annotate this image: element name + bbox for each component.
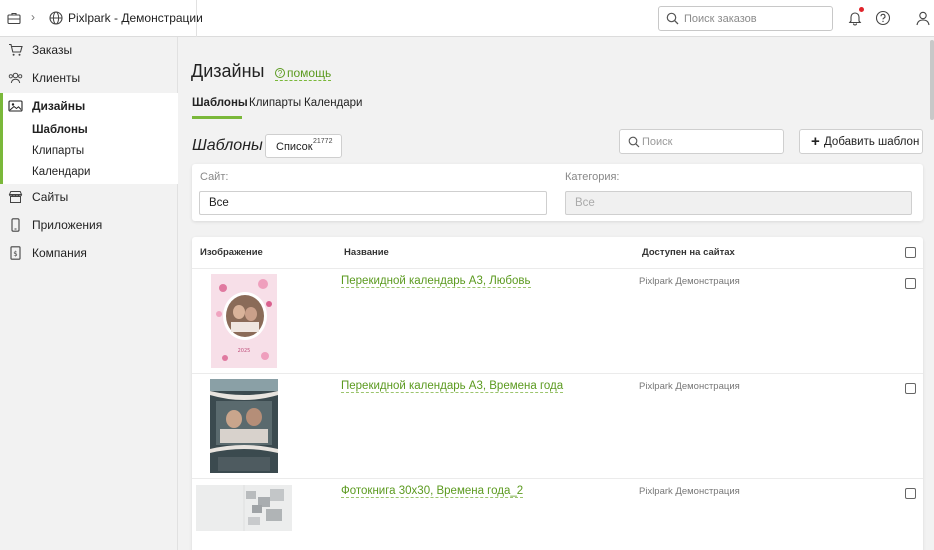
template-name-link[interactable]: Перекидной календарь А3, Любовь [341, 275, 531, 288]
company-name[interactable]: Pixlpark - Демонстрации [68, 11, 203, 25]
table-row[interactable]: Перекидной календарь А3, Времена года Pi… [192, 373, 923, 477]
order-search-box[interactable] [658, 6, 833, 31]
briefcase-icon[interactable] [7, 11, 21, 25]
row-checkbox[interactable] [905, 488, 916, 499]
sidebar-item-label: Клиенты [32, 71, 81, 85]
template-search-box[interactable] [619, 129, 784, 154]
template-site: Pixlpark Демонстрация [639, 276, 740, 287]
bell-icon[interactable] [847, 10, 863, 26]
sidebar: Заказы Клиенты Дизайны Шаблоны Клипарты … [0, 37, 178, 550]
phone-icon [11, 218, 20, 232]
category-filter-label: Категория: [565, 171, 620, 183]
sidebar-submenu: Шаблоны Клипарты Календари [0, 119, 178, 184]
seasons-calendar-preview-image [210, 379, 278, 473]
select-all-checkbox[interactable] [905, 247, 916, 258]
help-circle-icon: ? [275, 68, 285, 78]
store-icon [8, 191, 23, 203]
svg-text:$: $ [13, 250, 17, 258]
users-icon [8, 72, 23, 84]
tab-calendars[interactable]: Календари [304, 97, 362, 109]
add-template-button[interactable]: + Добавить шаблон [799, 129, 923, 154]
sidebar-subitem-templates[interactable]: Шаблоны [32, 124, 88, 136]
sidebar-item-designs[interactable]: Дизайны [0, 93, 178, 119]
photobook-preview-image [196, 485, 292, 531]
filters-panel: Сайт: Категория: [192, 164, 923, 221]
help-link-label: помощь [287, 66, 332, 80]
template-site: Pixlpark Демонстрация [639, 381, 740, 392]
help-icon[interactable] [875, 10, 891, 26]
sidebar-subitem-cliparts[interactable]: Клипарты [32, 145, 84, 157]
help-link[interactable]: ? помощь [275, 66, 332, 81]
list-view-button[interactable]: Список 21772 [265, 134, 342, 158]
sidebar-item-label: Заказы [32, 43, 73, 57]
table-row[interactable]: 2025 Перекидной календарь А3, Любовь Pix… [192, 268, 923, 372]
sidebar-item-orders[interactable]: Заказы [0, 37, 178, 63]
sidebar-item-clients[interactable]: Клиенты [0, 65, 178, 91]
search-icon [666, 12, 679, 25]
sidebar-item-label: Сайты [32, 190, 69, 204]
table-row[interactable]: Фотокнига 30х30, Времена года_2 Pixlpark… [192, 478, 923, 550]
tab-templates[interactable]: Шаблоны [192, 97, 248, 109]
add-template-label: Добавить шаблон [824, 136, 920, 148]
template-search-input[interactable] [642, 134, 777, 149]
globe-icon [49, 11, 63, 25]
sidebar-item-label: Компания [32, 246, 87, 260]
sidebar-item-label: Приложения [32, 218, 103, 232]
divider [196, 0, 197, 37]
document-icon: $ [10, 246, 21, 260]
top-bar: › Pixlpark - Демонстрации [0, 0, 934, 37]
list-button-label: Список [276, 141, 313, 153]
column-header-image: Изображение [200, 247, 263, 258]
page-scrollbar[interactable] [930, 40, 934, 120]
sidebar-item-label: Дизайны [32, 99, 86, 113]
template-name-link[interactable]: Фотокнига 30х30, Времена года_2 [341, 485, 524, 498]
plus-icon: + [811, 133, 820, 150]
page-title: Дизайны [191, 61, 265, 81]
sidebar-item-apps[interactable]: Приложения [0, 212, 178, 238]
site-filter-label: Сайт: [200, 171, 229, 183]
template-thumbnail[interactable]: 2025 [211, 274, 277, 368]
sidebar-item-company[interactable]: $ Компания [0, 240, 178, 266]
cart-icon [9, 43, 23, 56]
active-tab-indicator [192, 116, 242, 119]
template-thumbnail[interactable] [210, 379, 278, 473]
main-content: Дизайны ? помощь Шаблоны Клипарты Календа… [178, 37, 934, 550]
search-icon [628, 136, 640, 148]
template-count: 21772 [313, 138, 333, 145]
column-header-name: Название [344, 247, 389, 258]
row-checkbox[interactable] [905, 383, 916, 394]
image-icon [8, 100, 23, 112]
templates-table: Изображение Название Доступен на сайтах … [192, 237, 923, 550]
row-checkbox[interactable] [905, 278, 916, 289]
sidebar-item-sites[interactable]: Сайты [0, 184, 178, 210]
notification-dot [859, 7, 864, 12]
love-calendar-preview-image: 2025 [211, 274, 277, 368]
chevron-right-icon: › [31, 10, 35, 24]
sidebar-subitem-calendars[interactable]: Календари [32, 166, 90, 178]
site-filter-input[interactable] [199, 191, 547, 215]
tab-cliparts[interactable]: Клипарты [249, 97, 301, 109]
category-filter-input [565, 191, 912, 215]
section-title: Шаблоны [192, 137, 263, 154]
column-header-sites: Доступен на сайтах [642, 247, 735, 258]
svg-text:2025: 2025 [238, 348, 251, 354]
template-name-link[interactable]: Перекидной календарь А3, Времена года [341, 380, 564, 393]
template-thumbnail[interactable] [196, 485, 292, 531]
user-icon[interactable] [915, 10, 931, 26]
template-site: Pixlpark Демонстрация [639, 486, 740, 497]
order-search-input[interactable] [684, 10, 824, 27]
